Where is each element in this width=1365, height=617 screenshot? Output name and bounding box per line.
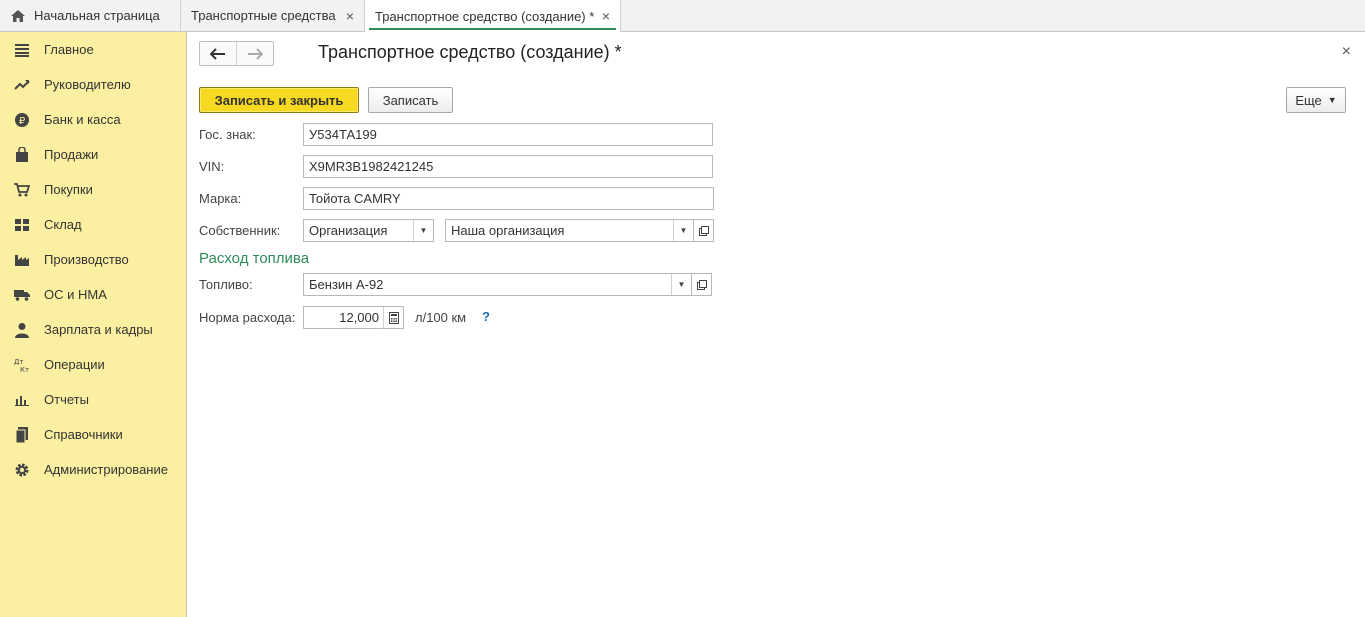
open-fuel-button[interactable] <box>692 273 712 296</box>
sidebar-item-label: Склад <box>44 217 82 232</box>
open-window-icon <box>696 279 707 290</box>
chevron-down-icon[interactable]: ▼ <box>671 274 691 295</box>
brand-label: Марка: <box>199 191 242 206</box>
active-tab-underline <box>369 28 616 30</box>
cart-icon <box>14 182 30 198</box>
home-icon <box>10 8 26 24</box>
sidebar-item-label: Производство <box>44 252 129 267</box>
open-window-icon <box>698 225 709 236</box>
sidebar-item-label: Зарплата и кадры <box>44 322 153 337</box>
tab-vehicles-close-icon[interactable]: × <box>340 8 354 24</box>
sidebar-item-label: Справочники <box>44 427 123 442</box>
factory-icon <box>14 252 30 268</box>
ruble-icon: ₽ <box>14 112 30 128</box>
sidebar-item-label: Банк и касса <box>44 112 121 127</box>
vin-label: VIN: <box>199 159 225 174</box>
rate-value: 12,000 <box>339 310 379 325</box>
arrow-left-icon <box>209 47 225 60</box>
sidebar-item-label: Продажи <box>44 147 99 162</box>
brand-value: Тойота CAMRY <box>309 191 401 206</box>
calculator-icon <box>388 311 399 324</box>
chevron-down-icon[interactable]: ▼ <box>413 220 433 241</box>
sidebar-item-operations[interactable]: Дт Кт Операции <box>0 347 186 382</box>
plate-label: Гос. знак: <box>199 127 256 142</box>
sidebar-item-label: ОС и НМА <box>44 287 107 302</box>
sidebar-item-manager[interactable]: Руководителю <box>0 67 186 102</box>
rate-unit: л/100 км <box>415 310 467 325</box>
back-button[interactable] <box>200 42 237 65</box>
sidebar-item-sales[interactable]: Продажи <box>0 137 186 172</box>
sidebar-item-label: Главное <box>44 42 94 57</box>
save-and-close-button[interactable]: Записать и закрыть <box>199 87 359 113</box>
sidebar-item-label: Руководителю <box>44 77 131 92</box>
chevron-down-icon[interactable]: ▼ <box>673 220 693 241</box>
close-icon[interactable]: × <box>1342 43 1351 61</box>
truck-icon <box>14 287 30 303</box>
vin-input[interactable]: X9MR3B1982421245 <box>303 155 713 178</box>
kt-text: Кт <box>20 366 29 373</box>
plate-input[interactable]: У534ТА199 <box>303 123 713 146</box>
bar-chart-icon <box>14 392 30 408</box>
sidebar-item-bank[interactable]: ₽ Банк и касса <box>0 102 186 137</box>
tab-home[interactable]: Начальная страница <box>0 0 181 31</box>
tab-vehicle-create[interactable]: Транспортное средство (создание) * × <box>365 0 621 32</box>
forward-button[interactable] <box>237 42 274 65</box>
dt-text: Дт <box>14 358 24 366</box>
fuel-value: Бензин А-92 <box>309 277 384 292</box>
form-panel: Транспортное средство (создание) * × Зап… <box>187 32 1365 617</box>
owner-value: Наша организация <box>451 223 565 238</box>
fuel-section-title: Расход топлива <box>199 250 310 267</box>
tab-vehicle-create-close-icon[interactable]: × <box>596 8 610 24</box>
brand-input[interactable]: Тойота CAMRY <box>303 187 714 210</box>
sidebar-item-admin[interactable]: Администрирование <box>0 452 186 487</box>
grid-icon <box>14 217 30 233</box>
sidebar-item-label: Отчеты <box>44 392 89 407</box>
arrow-right-icon <box>247 47 263 60</box>
owner-type-value: Организация <box>309 223 388 238</box>
sidebar-item-label: Администрирование <box>44 462 168 477</box>
owner-select[interactable]: Наша организация ▼ <box>445 219 694 242</box>
fuel-select[interactable]: Бензин А-92 ▼ <box>303 273 692 296</box>
sidebar-item-reports[interactable]: Отчеты <box>0 382 186 417</box>
plate-value: У534ТА199 <box>309 127 377 142</box>
calculator-button[interactable] <box>383 306 404 329</box>
menu-icon <box>14 42 30 58</box>
bag-icon <box>14 146 30 163</box>
tab-bar: Начальная страница Транспортные средства… <box>0 0 1365 32</box>
trend-icon <box>14 77 30 93</box>
sidebar-item-warehouse[interactable]: Склад <box>0 207 186 242</box>
sidebar: Главное Руководителю ₽ Банк и касса Прод… <box>0 32 187 617</box>
dt-kt-icon: Дт Кт <box>14 357 30 373</box>
more-button-label: Еще <box>1295 92 1322 108</box>
tab-vehicles-label: Транспортные средства <box>191 8 336 23</box>
sidebar-item-label: Операции <box>44 357 105 372</box>
tab-vehicle-create-label: Транспортное средство (создание) * <box>375 8 595 24</box>
history-nav <box>199 41 274 66</box>
open-owner-button[interactable] <box>694 219 714 242</box>
sidebar-item-production[interactable]: Производство <box>0 242 186 277</box>
svg-text:₽: ₽ <box>19 116 26 127</box>
save-button[interactable]: Записать <box>368 87 453 113</box>
tab-vehicles[interactable]: Транспортные средства × <box>181 0 365 31</box>
rate-label: Норма расхода: <box>199 310 296 325</box>
sidebar-item-purchases[interactable]: Покупки <box>0 172 186 207</box>
owner-label: Собственник: <box>199 223 281 238</box>
sidebar-item-directories[interactable]: Справочники <box>0 417 186 452</box>
fuel-label: Топливо: <box>199 277 253 292</box>
sidebar-item-label: Покупки <box>44 182 93 197</box>
sidebar-item-assets[interactable]: ОС и НМА <box>0 277 186 312</box>
book-icon <box>14 426 30 443</box>
owner-type-select[interactable]: Организация ▼ <box>303 219 434 242</box>
page-title: Транспортное средство (создание) * <box>318 42 622 62</box>
help-link[interactable]: ? <box>482 309 490 324</box>
rate-input[interactable]: 12,000 <box>303 306 384 329</box>
sidebar-item-salary[interactable]: Зарплата и кадры <box>0 312 186 347</box>
gear-icon <box>14 462 30 478</box>
tab-home-label: Начальная страница <box>34 8 160 23</box>
more-button[interactable]: Еще ▼ <box>1286 87 1346 113</box>
vin-value: X9MR3B1982421245 <box>309 159 434 174</box>
sidebar-item-main[interactable]: Главное <box>0 32 186 67</box>
chevron-down-icon: ▼ <box>1327 95 1337 105</box>
person-icon <box>14 322 30 338</box>
